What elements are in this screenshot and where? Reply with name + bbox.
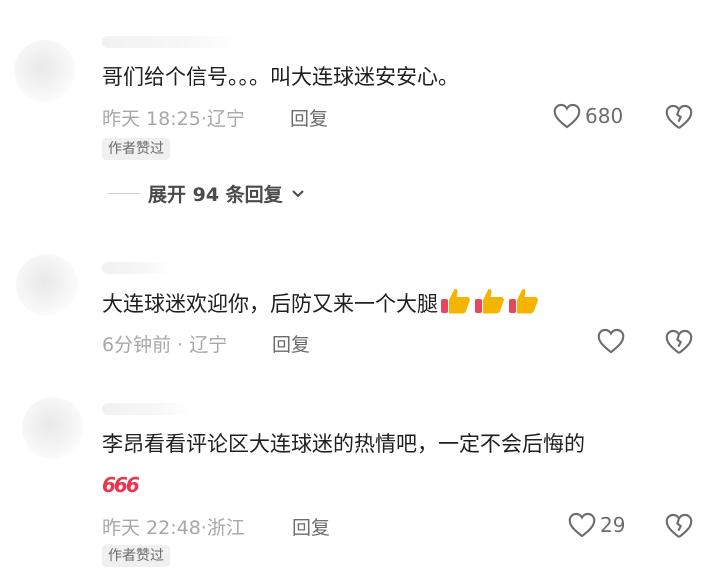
reply-button[interactable]: 回复 (292, 513, 330, 540)
heart-icon (597, 328, 625, 354)
heart-icon (553, 103, 581, 129)
chevron-down-icon (291, 189, 304, 197)
comment-2: 大连球迷欢迎你，后防又来一个大腿 6分钟前 · 辽宁 回复 (0, 240, 720, 370)
thumbs-up-icon (440, 287, 472, 323)
comment-meta: 6分钟前 · 辽宁 (102, 330, 227, 357)
dislike-button[interactable] (665, 513, 693, 543)
heart-icon (568, 512, 596, 538)
comment-text: 李昂看看评论区大连球迷的热情吧，一定不会后悔的 (102, 432, 585, 456)
reply-button[interactable]: 回复 (272, 330, 310, 357)
expand-replies-button[interactable]: 展开 94 条回复 (108, 180, 305, 207)
avatar[interactable] (22, 397, 84, 459)
comment-1: 哥们给个信号。。。叫大连球迷安安心。 昨天 18:25·辽宁 回复 680 作者… (0, 0, 720, 215)
username[interactable] (102, 403, 192, 415)
dislike-button[interactable] (665, 104, 693, 134)
comment-time: 昨天 22:48 (102, 517, 201, 539)
comment-location: 辽宁 (189, 334, 228, 356)
author-liked-badge: 作者赞过 (102, 138, 170, 160)
thumbs-up-icon (508, 287, 540, 323)
comment-location: 浙江 (206, 517, 245, 539)
comment-time: 6分钟前 (102, 334, 172, 356)
broken-heart-icon (665, 104, 693, 129)
666-sticker: 666 (102, 473, 140, 497)
broken-heart-icon (665, 513, 693, 538)
like-button[interactable] (597, 328, 625, 354)
like-button[interactable]: 29 (568, 512, 625, 538)
dislike-button[interactable] (665, 329, 693, 359)
username[interactable] (102, 36, 242, 48)
comment-meta: 昨天 22:48·浙江 (102, 513, 245, 540)
comment-3: 李昂看看评论区大连球迷的热情吧，一定不会后悔的 666 昨天 22:48·浙江 … (0, 385, 720, 587)
avatar[interactable] (14, 40, 76, 102)
separator: · (177, 334, 184, 356)
like-button[interactable]: 680 (553, 103, 623, 129)
comment-text: 哥们给个信号。。。叫大连球迷安安心。 (102, 65, 459, 89)
comment-meta: 昨天 18:25·辽宁 (102, 104, 245, 131)
username[interactable] (102, 262, 172, 274)
comment-location: 辽宁 (206, 108, 245, 130)
like-count: 29 (600, 513, 626, 537)
avatar[interactable] (16, 254, 78, 316)
reply-button[interactable]: 回复 (290, 104, 328, 131)
author-liked-badge: 作者赞过 (102, 545, 170, 567)
expand-divider (108, 193, 140, 194)
thumbs-up-icon (474, 287, 506, 323)
like-count: 680 (585, 104, 624, 128)
comment-text: 大连球迷欢迎你，后防又来一个大腿 (102, 287, 540, 323)
expand-label: 展开 94 条回复 (148, 184, 283, 206)
comment-time: 昨天 18:25 (102, 108, 201, 130)
comment-text-body: 大连球迷欢迎你，后防又来一个大腿 (102, 292, 438, 316)
broken-heart-icon (665, 329, 693, 354)
